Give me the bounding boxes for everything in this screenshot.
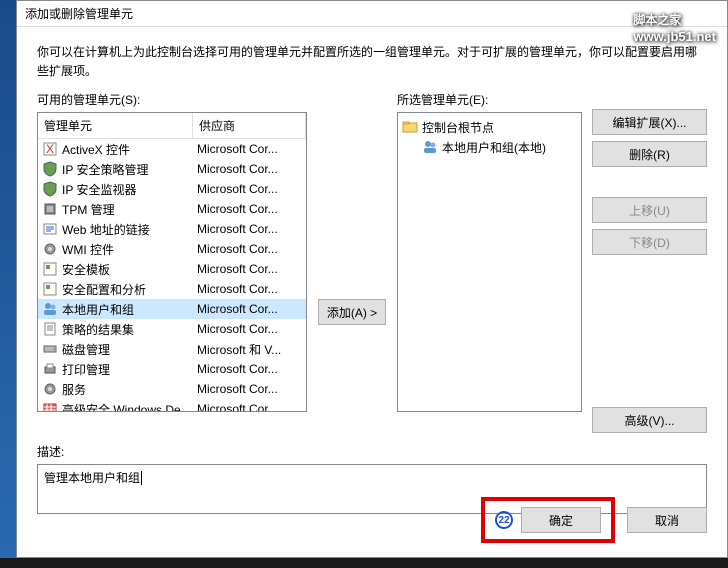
users-icon: [422, 139, 438, 155]
item-name: 安全模板: [62, 261, 197, 278]
col-vendor[interactable]: 供应商: [193, 113, 306, 138]
item-vendor: Microsoft Cor...: [197, 162, 306, 176]
disk-icon: [42, 341, 58, 357]
snapin-dialog: 添加或删除管理单元 你可以在计算机上为此控制台选择可用的管理单元并配置所选的一组…: [16, 0, 728, 558]
item-name: WMI 控件: [62, 241, 197, 258]
item-vendor: Microsoft Cor...: [197, 222, 306, 236]
item-vendor: Microsoft Cor...: [197, 202, 306, 216]
item-vendor: Microsoft Cor...: [197, 382, 306, 396]
item-name: 高级安全 Windows De...: [62, 401, 197, 413]
selected-snapins-tree[interactable]: 控制台根节点 本地用户和组(本地): [397, 112, 582, 412]
list-item[interactable]: TPM 管理Microsoft Cor...: [38, 199, 306, 219]
item-name: 磁盘管理: [62, 341, 197, 358]
printer-icon: [42, 361, 58, 377]
available-snapins-list[interactable]: 管理单元 供应商 XActiveX 控件Microsoft Cor...IP 安…: [37, 112, 307, 412]
item-name: 安全配置和分析: [62, 281, 197, 298]
template-icon: [42, 281, 58, 297]
item-vendor: Microsoft Cor...: [197, 282, 306, 296]
ok-button[interactable]: 确定: [521, 507, 601, 533]
dialog-title: 添加或删除管理单元: [17, 1, 727, 27]
folder-icon: [402, 119, 418, 135]
list-header: 管理单元 供应商: [38, 113, 306, 139]
move-down-button[interactable]: 下移(D): [592, 229, 707, 255]
list-item[interactable]: 本地用户和组Microsoft Cor...: [38, 299, 306, 319]
list-item[interactable]: WMI 控件Microsoft Cor...: [38, 239, 306, 259]
remove-button[interactable]: 删除(R): [592, 141, 707, 167]
item-vendor: Microsoft Cor...: [197, 302, 306, 316]
item-name: TPM 管理: [62, 201, 197, 218]
selected-label: 所选管理单元(E):: [397, 91, 582, 108]
col-snapin[interactable]: 管理单元: [38, 113, 193, 138]
item-vendor: Microsoft Cor...: [197, 242, 306, 256]
list-item[interactable]: X ActiveX 控件Microsoft Cor...: [38, 139, 306, 159]
link-icon: [42, 221, 58, 237]
item-name: ActiveX 控件: [62, 141, 197, 158]
svg-text:X: X: [46, 142, 54, 156]
list-item[interactable]: Web 地址的链接Microsoft Cor...: [38, 219, 306, 239]
list-item[interactable]: 策略的结果集Microsoft Cor...: [38, 319, 306, 339]
list-item[interactable]: IP 安全策略管理Microsoft Cor...: [38, 159, 306, 179]
item-name: Web 地址的链接: [62, 221, 197, 238]
item-name: 策略的结果集: [62, 321, 197, 338]
watermark: 脚本之家 www.jb51.net: [633, 8, 716, 44]
list-item[interactable]: 打印管理Microsoft Cor...: [38, 359, 306, 379]
item-name: IP 安全策略管理: [62, 161, 197, 178]
list-item[interactable]: 高级安全 Windows De...Microsoft Cor...: [38, 399, 306, 412]
step-badge: 22: [495, 511, 513, 529]
item-name: 本地用户和组: [62, 301, 197, 318]
activex-icon: X: [42, 141, 58, 157]
shield-icon: [42, 181, 58, 197]
item-name: IP 安全监视器: [62, 181, 197, 198]
gear-icon: [42, 241, 58, 257]
ok-highlight-box: 22 确定: [481, 497, 615, 543]
available-label: 可用的管理单元(S):: [37, 91, 307, 108]
tree-child[interactable]: 本地用户和组(本地): [402, 137, 577, 157]
chip-icon: [42, 201, 58, 217]
list-item[interactable]: 安全模板Microsoft Cor...: [38, 259, 306, 279]
list-item[interactable]: 磁盘管理Microsoft 和 V...: [38, 339, 306, 359]
list-item[interactable]: 安全配置和分析Microsoft Cor...: [38, 279, 306, 299]
item-vendor: Microsoft Cor...: [197, 322, 306, 336]
tree-root[interactable]: 控制台根节点: [402, 117, 577, 137]
item-vendor: Microsoft 和 V...: [197, 341, 306, 358]
gear-icon: [42, 381, 58, 397]
advanced-button[interactable]: 高级(V)...: [592, 407, 707, 433]
item-vendor: Microsoft Cor...: [197, 142, 306, 156]
item-vendor: Microsoft Cor...: [197, 262, 306, 276]
shield-icon: [42, 161, 58, 177]
doc-icon: [42, 321, 58, 337]
item-name: 打印管理: [62, 361, 197, 378]
dialog-intro: 你可以在计算机上为此控制台选择可用的管理单元并配置所选的一组管理单元。对于可扩展…: [17, 27, 727, 91]
list-item[interactable]: IP 安全监视器Microsoft Cor...: [38, 179, 306, 199]
item-vendor: Microsoft Cor...: [197, 402, 306, 412]
list-item[interactable]: 服务Microsoft Cor...: [38, 379, 306, 399]
template-icon: [42, 261, 58, 277]
item-vendor: Microsoft Cor...: [197, 182, 306, 196]
item-name: 服务: [62, 381, 197, 398]
edit-extensions-button[interactable]: 编辑扩展(X)...: [592, 109, 707, 135]
cancel-button[interactable]: 取消: [627, 507, 707, 533]
firewall-icon: [42, 401, 58, 412]
move-up-button[interactable]: 上移(U): [592, 197, 707, 223]
users-icon: [42, 301, 58, 317]
item-vendor: Microsoft Cor...: [197, 362, 306, 376]
add-button[interactable]: 添加(A) >: [318, 299, 386, 325]
description-label: 描述:: [37, 443, 707, 460]
